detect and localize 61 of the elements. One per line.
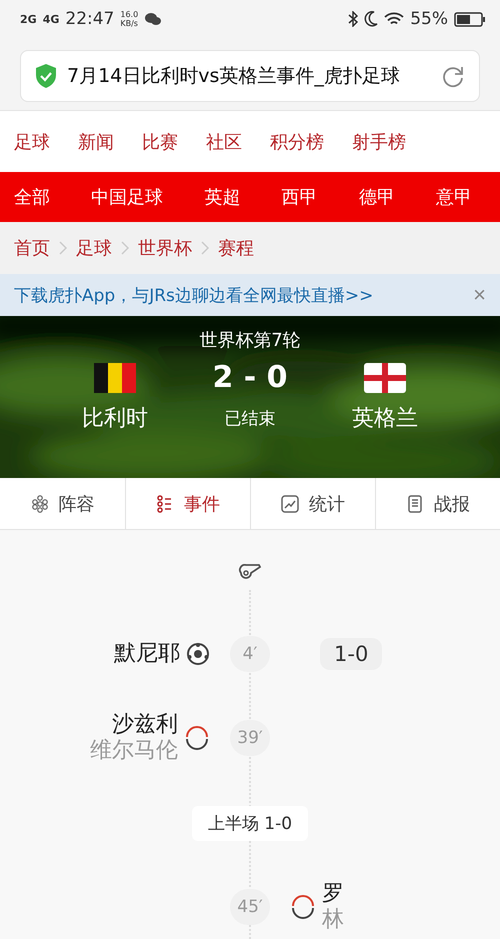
player-name: 默尼耶 [114,641,180,667]
clock: 22:47 [65,9,114,29]
league-link[interactable]: 英超 [204,185,240,209]
network-label: 4G [42,12,60,26]
chevron-icon [58,240,68,256]
team-name: 比利时 [82,405,148,433]
chevron-icon [200,240,210,256]
half-time-score: 上半场 1-0 [192,806,308,841]
breadcrumb-link[interactable]: 世界杯 [138,236,192,260]
chart-icon [281,494,299,512]
minute-badge: 39′ [230,720,270,756]
breadcrumb-link[interactable]: 首页 [14,236,50,260]
nav-link[interactable]: 比赛 [142,130,178,154]
player-name: 沙兹利 [112,712,178,738]
dots-icon [30,494,48,512]
page-title: 7月14日比利时vs英格兰事件_虎扑足球 [67,64,401,89]
flag-icon [364,362,406,392]
player-name: 罗 [322,881,344,907]
breadcrumb-link[interactable]: 赛程 [218,236,254,260]
nav-link[interactable]: 积分榜 [270,130,324,154]
chevron-icon [120,240,130,256]
bluetooth-icon [348,11,358,27]
download-banner-link[interactable]: 下载虎扑App，与JRs边聊边看全网最快直播>> [14,284,470,306]
close-button[interactable]: × [469,282,490,308]
nav-link[interactable]: 足球 [14,130,50,154]
match-score: 2 - 0 [212,360,288,395]
network-label: 2G [20,12,37,26]
team-name: 英格兰 [352,405,418,433]
refresh-icon[interactable] [441,64,465,88]
nav-link[interactable]: 新闻 [78,130,114,154]
minute-badge: 45′ [230,889,270,925]
document-icon [406,494,424,512]
player-out-name: 林 [322,907,344,933]
league-link[interactable]: 意甲 [436,185,472,209]
player-out-name: 维尔马伦 [90,738,178,764]
nav-link[interactable]: 射手榜 [352,130,406,154]
speed-unit: KB/s [120,19,138,28]
minute-badge: 4′ [230,636,270,672]
round-label: 世界杯第7轮 [199,329,301,352]
league-link[interactable]: 中国足球 [91,185,164,209]
flag-icon [94,362,136,392]
nav-link[interactable]: 社区 [206,130,242,154]
moon-icon [364,11,378,27]
match-status: 已结束 [224,408,276,430]
breadcrumb-link[interactable]: 足球 [76,236,112,260]
chat-icon [144,12,162,26]
league-link[interactable]: 德甲 [358,185,395,209]
address-bar[interactable]: 7月14日比利时vs英格兰事件_虎扑足球 [20,50,480,102]
substitution-icon [184,725,210,751]
shield-check-icon [35,63,57,89]
football-icon [186,642,210,666]
list-icon [156,494,174,512]
wifi-icon [384,12,404,26]
battery-percent: 55% [410,9,448,29]
battery-icon [454,12,486,26]
league-link[interactable]: 西甲 [282,185,318,209]
score-badge: 1-0 [320,638,382,670]
speed-value: 16.0 [120,10,138,19]
whistle-icon [238,564,262,580]
league-link[interactable]: 全部 [14,185,50,209]
substitution-icon [290,894,316,920]
